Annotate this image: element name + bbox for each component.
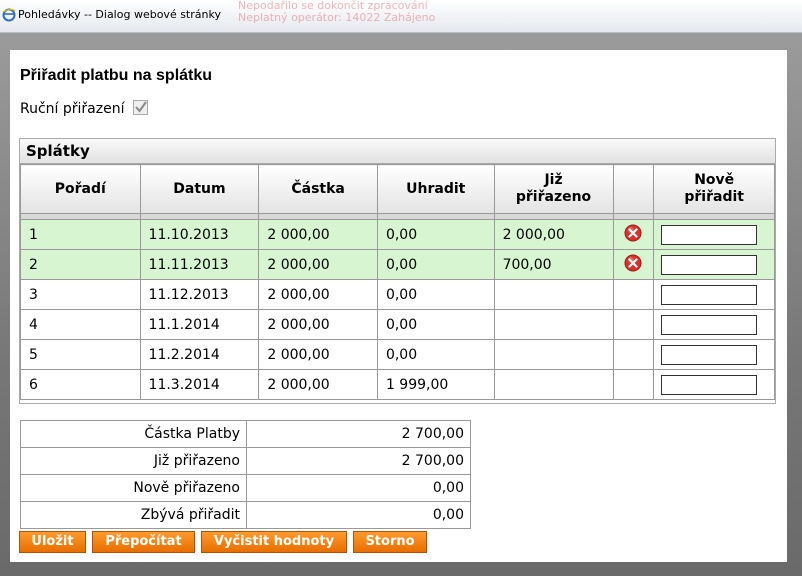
assigned-cell: 700,00 <box>493 249 614 280</box>
summary-value: 2 700,00 <box>246 420 471 448</box>
installments-panel-title: Splátky <box>20 139 775 164</box>
check-icon <box>135 101 147 113</box>
new-assign-input[interactable] <box>661 284 758 305</box>
delete-cell <box>612 219 655 250</box>
delete-icon[interactable] <box>624 224 642 242</box>
new-assign-cell <box>653 279 775 310</box>
due-cell: 0,00 <box>376 279 495 310</box>
table-row: 6 11.3.2014 2 000,00 1 999,00 <box>20 369 775 400</box>
cancel-button[interactable]: Storno <box>353 531 427 553</box>
manual-assign-row: Ruční přiřazení <box>20 100 148 117</box>
col-delete <box>612 164 655 214</box>
delete-cell <box>612 249 655 280</box>
new-assign-cell <box>653 219 775 250</box>
order-cell: 6 <box>20 369 141 400</box>
background-window-text: Nepodařilo se dokončit zpracování Neplat… <box>238 0 436 24</box>
amount-cell: 2 000,00 <box>258 339 378 370</box>
date-cell: 11.3.2014 <box>139 369 260 400</box>
new-assign-input[interactable] <box>661 344 758 365</box>
new-assign-input[interactable] <box>661 224 758 245</box>
manual-assign-checkbox[interactable] <box>132 100 148 115</box>
col-due: Uhradit <box>376 164 495 214</box>
col-amount: Částka <box>258 164 378 214</box>
date-cell: 11.1.2014 <box>139 309 260 340</box>
delete-cell <box>612 369 655 400</box>
summary-table: Částka Platby 2 700,00 Již přiřazeno 2 700,… <box>20 420 471 529</box>
delete-icon[interactable] <box>624 254 642 272</box>
clear-values-button[interactable]: Vyčistit hodnoty <box>201 531 347 553</box>
table-row: 1 11.10.2013 2 000,00 0,00 2 000,00 <box>20 219 775 250</box>
due-cell: 0,00 <box>376 309 495 340</box>
table-row: 5 11.2.2014 2 000,00 0,00 <box>20 339 775 370</box>
installments-panel: Splátky Pořadí Datum Částka Uhradit Již … <box>19 138 776 404</box>
table-row: 3 11.12.2013 2 000,00 0,00 <box>20 279 775 310</box>
summary-row: Již přiřazeno 2 700,00 <box>20 447 471 475</box>
due-cell: 0,00 <box>376 219 495 250</box>
order-cell: 1 <box>20 219 141 250</box>
delete-cell <box>612 309 655 340</box>
installments-header-row: Pořadí Datum Částka Uhradit Již přiřazen… <box>20 164 775 214</box>
summary-label: Zbývá přiřadit <box>20 501 247 529</box>
assigned-cell <box>493 369 614 400</box>
assigned-cell <box>493 279 614 310</box>
amount-cell: 2 000,00 <box>258 369 378 400</box>
amount-cell: 2 000,00 <box>258 219 378 250</box>
order-cell: 5 <box>20 339 141 370</box>
date-cell: 11.12.2013 <box>139 279 260 310</box>
order-cell: 2 <box>20 249 141 280</box>
save-button[interactable]: Uložit <box>19 531 86 553</box>
installments-table: Pořadí Datum Částka Uhradit Již přiřazen… <box>20 164 775 400</box>
date-cell: 11.2.2014 <box>139 339 260 370</box>
new-assign-input[interactable] <box>661 374 758 395</box>
order-cell: 4 <box>20 309 141 340</box>
col-order: Pořadí <box>20 164 141 214</box>
due-cell: 1 999,00 <box>376 369 495 400</box>
delete-cell <box>612 339 655 370</box>
assigned-cell <box>493 309 614 340</box>
summary-value: 0,00 <box>246 501 471 529</box>
order-cell: 3 <box>20 279 141 310</box>
due-cell: 0,00 <box>376 249 495 280</box>
window-title-bar: Pohledávky -- Dialog webové stránky Nepo… <box>0 0 802 33</box>
summary-value: 2 700,00 <box>246 447 471 475</box>
manual-assign-label: Ruční přiřazení <box>20 101 125 117</box>
new-assign-input[interactable] <box>661 254 758 275</box>
assigned-cell: 2 000,00 <box>493 219 614 250</box>
new-assign-cell <box>653 369 775 400</box>
page-title: Přiřadit platbu na splátku <box>20 67 213 84</box>
new-assign-cell <box>653 309 775 340</box>
summary-value: 0,00 <box>246 474 471 502</box>
summary-row: Nově přiřazeno 0,00 <box>20 474 471 502</box>
date-cell: 11.11.2013 <box>139 249 260 280</box>
table-row: 2 11.11.2013 2 000,00 0,00 700,00 <box>20 249 775 280</box>
new-assign-input[interactable] <box>661 314 758 335</box>
amount-cell: 2 000,00 <box>258 279 378 310</box>
summary-label: Částka Platby <box>20 420 247 448</box>
summary-label: Již přiřazeno <box>20 447 247 475</box>
delete-cell <box>612 279 655 310</box>
summary-row: Zbývá přiřadit 0,00 <box>20 501 471 529</box>
amount-cell: 2 000,00 <box>258 309 378 340</box>
col-new-assign: Nově přiřadit <box>653 164 775 214</box>
recalculate-button[interactable]: Přepočítat <box>92 531 195 553</box>
summary-row: Částka Platby 2 700,00 <box>20 420 471 448</box>
summary-label: Nově přiřazeno <box>20 474 247 502</box>
window-title: Pohledávky -- Dialog webové stránky <box>18 8 221 21</box>
new-assign-cell <box>653 339 775 370</box>
col-assigned: Již přiřazeno <box>493 164 614 214</box>
due-cell: 0,00 <box>376 339 495 370</box>
date-cell: 11.10.2013 <box>139 219 260 250</box>
new-assign-cell <box>653 249 775 280</box>
browser-icon <box>2 8 16 22</box>
col-date: Datum <box>139 164 260 214</box>
assigned-cell <box>493 339 614 370</box>
amount-cell: 2 000,00 <box>258 249 378 280</box>
table-row: 4 11.1.2014 2 000,00 0,00 <box>20 309 775 340</box>
